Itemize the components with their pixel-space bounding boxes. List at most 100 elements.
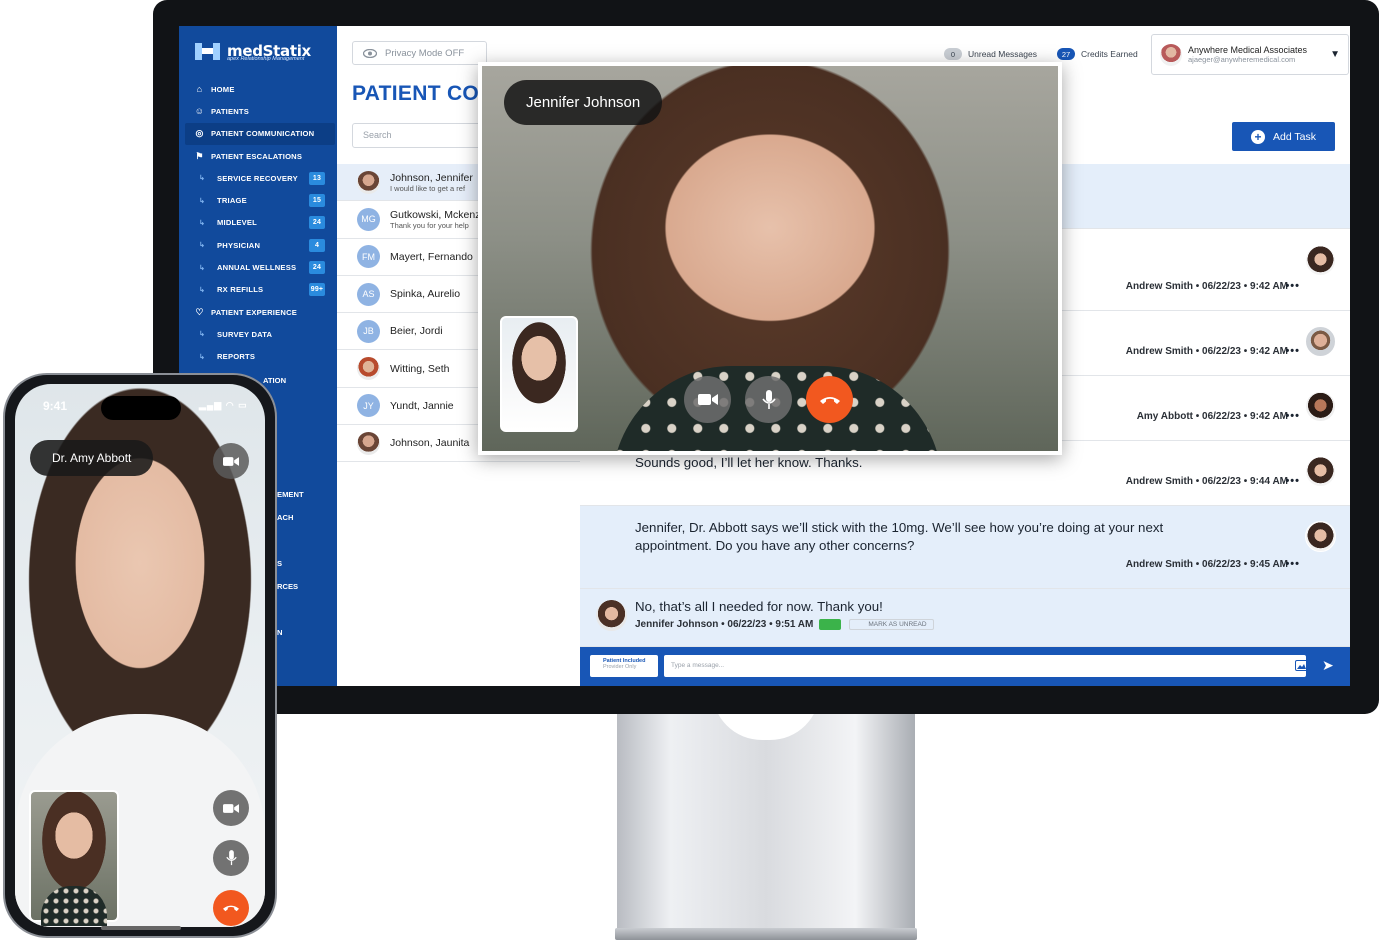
sidebar-item-partial-label: ATION bbox=[263, 376, 287, 385]
sidebar-item-label: PATIENT COMMUNICATION bbox=[211, 129, 315, 139]
privacy-mode-label: Privacy Mode OFF bbox=[385, 47, 465, 59]
camera-toggle-button[interactable] bbox=[684, 376, 731, 423]
message-meta-row: Jennifer Johnson • 06/22/23 • 9:51 AM MAR… bbox=[635, 619, 934, 630]
sidebar-item-home[interactable]: ⌂ HOME bbox=[185, 78, 335, 100]
phone-status-bar: 9:41 ▂▄▆ ◠ ▭ bbox=[15, 396, 265, 420]
account-email: ajaeger@anywheremedical.com bbox=[1188, 55, 1296, 64]
sidebar-item-label: SURVEY DATA bbox=[217, 329, 273, 339]
sidebar-item-label: SERVICE RECOVERY bbox=[217, 173, 298, 183]
more-options-icon[interactable]: ••• bbox=[1285, 280, 1300, 292]
patient-name: Yundt, Jannie bbox=[390, 399, 454, 412]
phone-clock: 9:41 bbox=[43, 399, 68, 413]
patient-name: Johnson, Jennifer bbox=[390, 171, 473, 184]
sidebar-item-patient-communication[interactable]: ◎ PATIENT COMMUNICATION bbox=[185, 122, 335, 145]
sub-item-arrow-icon: ↳ bbox=[199, 219, 206, 227]
caller-name-label: Jennifer Johnson bbox=[504, 80, 663, 125]
sidebar-item-label: PHYSICIAN bbox=[217, 240, 261, 250]
more-options-icon[interactable]: ••• bbox=[1285, 558, 1300, 570]
avatar bbox=[1305, 521, 1336, 552]
sub-item-arrow-icon: ↳ bbox=[199, 197, 206, 205]
microphone-icon bbox=[225, 850, 237, 866]
sidebar-item-annual-wellness[interactable]: ↳ ANNUAL WELLNESS 24 bbox=[185, 256, 335, 278]
avatar: MG bbox=[357, 207, 380, 231]
patient-name: Spinka, Aurelio bbox=[390, 288, 461, 301]
phone-mute-button[interactable] bbox=[213, 840, 249, 876]
sub-item-arrow-icon: ↳ bbox=[199, 242, 206, 250]
phone-end-call-button[interactable] bbox=[213, 890, 249, 926]
plus-icon: + bbox=[1251, 129, 1265, 144]
credits-label: Credits Earned bbox=[1080, 49, 1138, 59]
video-call-icon bbox=[819, 619, 842, 630]
video-feed-patient: Jennifer Johnson bbox=[482, 66, 1058, 451]
more-options-icon[interactable]: ••• bbox=[1285, 475, 1300, 487]
count-badge: 24 bbox=[309, 261, 325, 275]
sidebar-item-patient-escalations[interactable]: ⚑ PATIENT ESCALATIONS bbox=[185, 145, 335, 167]
avatar bbox=[357, 431, 380, 455]
message-input[interactable]: Type a message... bbox=[664, 655, 1306, 677]
sidebar-item-partial-label: ACH bbox=[277, 513, 294, 522]
phone-video-call-screen: 9:41 ▂▄▆ ◠ ▭ Dr. Amy Abbott bbox=[15, 384, 265, 927]
mark-as-unread-button[interactable]: MARK AS UNREAD bbox=[849, 619, 934, 630]
avatar bbox=[596, 600, 627, 631]
avatar: FM bbox=[357, 245, 380, 269]
message-text: Jennifer, Dr. Abbott says we’ll stick wi… bbox=[635, 520, 1164, 553]
sidebar-item-physician[interactable]: ↳ PHYSICIAN 4 bbox=[185, 234, 335, 256]
search-input[interactable]: Search bbox=[352, 123, 482, 148]
count-badge: 15 bbox=[309, 194, 325, 208]
sidebar-item-reports[interactable]: ↳ REPORTS bbox=[185, 346, 335, 368]
sidebar-item-rx-refills[interactable]: ↳ RX REFILLS 99+ bbox=[185, 279, 335, 301]
monitor-stand-base bbox=[615, 928, 917, 940]
mute-button[interactable] bbox=[745, 376, 792, 423]
message-meta: Andrew Smith • 06/22/23 • 9:45 AM bbox=[1125, 559, 1288, 570]
more-options-icon[interactable]: ••• bbox=[1285, 345, 1300, 357]
sidebar-item-patients[interactable]: ☺ PATIENTS bbox=[185, 100, 335, 122]
chat-icon: ◎ bbox=[195, 128, 204, 139]
sidebar-item-label: PATIENT EXPERIENCE bbox=[211, 307, 298, 317]
sidebar-item-patient-experience[interactable]: ♡ PATIENT EXPERIENCE bbox=[185, 301, 335, 323]
add-task-label: Add Task bbox=[1273, 130, 1316, 143]
mark-as-unread-label: MARK AS UNREAD bbox=[868, 621, 927, 628]
phone-self-view-thumbnail[interactable] bbox=[29, 790, 119, 926]
message-composer: Patient Included Provider Only Type a me… bbox=[580, 647, 1350, 686]
self-view-thumbnail[interactable] bbox=[500, 316, 578, 432]
end-call-button[interactable] bbox=[806, 376, 853, 423]
avatar bbox=[1305, 391, 1336, 422]
more-options-icon[interactable]: ••• bbox=[1285, 410, 1300, 422]
patient-included-toggle[interactable]: Patient Included Provider Only bbox=[590, 655, 658, 677]
hang-up-icon bbox=[223, 905, 239, 912]
microphone-icon bbox=[761, 389, 776, 409]
sidebar-item-label: HOME bbox=[211, 84, 235, 94]
account-name: Anywhere Medical Associates bbox=[1188, 45, 1308, 55]
message-meta: Amy Abbott • 06/22/23 • 9:42 AM bbox=[1136, 411, 1288, 422]
send-icon[interactable]: ➤ bbox=[1322, 657, 1334, 674]
phone-camera-toggle-button[interactable] bbox=[213, 790, 249, 826]
sidebar-item-midlevel[interactable]: ↳ MIDLEVEL 24 bbox=[185, 212, 335, 234]
privacy-mode-toggle[interactable]: Privacy Mode OFF bbox=[352, 41, 487, 65]
unread-count-badge[interactable]: 0 bbox=[944, 48, 962, 60]
monitor-stand bbox=[617, 712, 915, 940]
count-badge: 4 bbox=[309, 238, 325, 252]
chevron-down-icon[interactable]: ▼ bbox=[1330, 49, 1340, 60]
escalation-icon: ⚑ bbox=[195, 150, 204, 161]
account-menu[interactable]: Anywhere Medical Associates ajaeger@anyw… bbox=[1151, 34, 1349, 75]
avatar bbox=[1305, 456, 1336, 487]
add-task-button[interactable]: + Add Task bbox=[1232, 122, 1335, 151]
video-call-window: Jennifer Johnson bbox=[478, 62, 1062, 455]
sidebar-item-survey-data[interactable]: ↳ SURVEY DATA bbox=[185, 323, 335, 345]
unread-label[interactable]: Unread Messages bbox=[968, 49, 1037, 59]
sub-item-arrow-icon: ↳ bbox=[199, 331, 206, 339]
sidebar-item-triage[interactable]: ↳ TRIAGE 15 bbox=[185, 189, 335, 211]
phone-camera-switch-button[interactable] bbox=[213, 443, 249, 479]
message-meta: Andrew Smith • 06/22/23 • 9:42 AM bbox=[1125, 346, 1288, 357]
phone-device: 9:41 ▂▄▆ ◠ ▭ Dr. Amy Abbott bbox=[3, 373, 277, 938]
patient-name: Beier, Jordi bbox=[390, 325, 443, 338]
attach-image-icon[interactable] bbox=[1295, 660, 1308, 671]
sidebar-item-service-recovery[interactable]: ↳ SERVICE RECOVERY 13 bbox=[185, 167, 335, 189]
avatar bbox=[1305, 326, 1336, 357]
message: No, that’s all I needed for now. Thank y… bbox=[580, 589, 1350, 647]
avatar: JY bbox=[357, 394, 380, 418]
avatar bbox=[1305, 245, 1336, 276]
patient-name: Mayert, Fernando bbox=[390, 250, 473, 263]
sub-item-arrow-icon: ↳ bbox=[199, 286, 206, 294]
message-meta: Andrew Smith • 06/22/23 • 9:42 AM bbox=[1125, 281, 1288, 292]
